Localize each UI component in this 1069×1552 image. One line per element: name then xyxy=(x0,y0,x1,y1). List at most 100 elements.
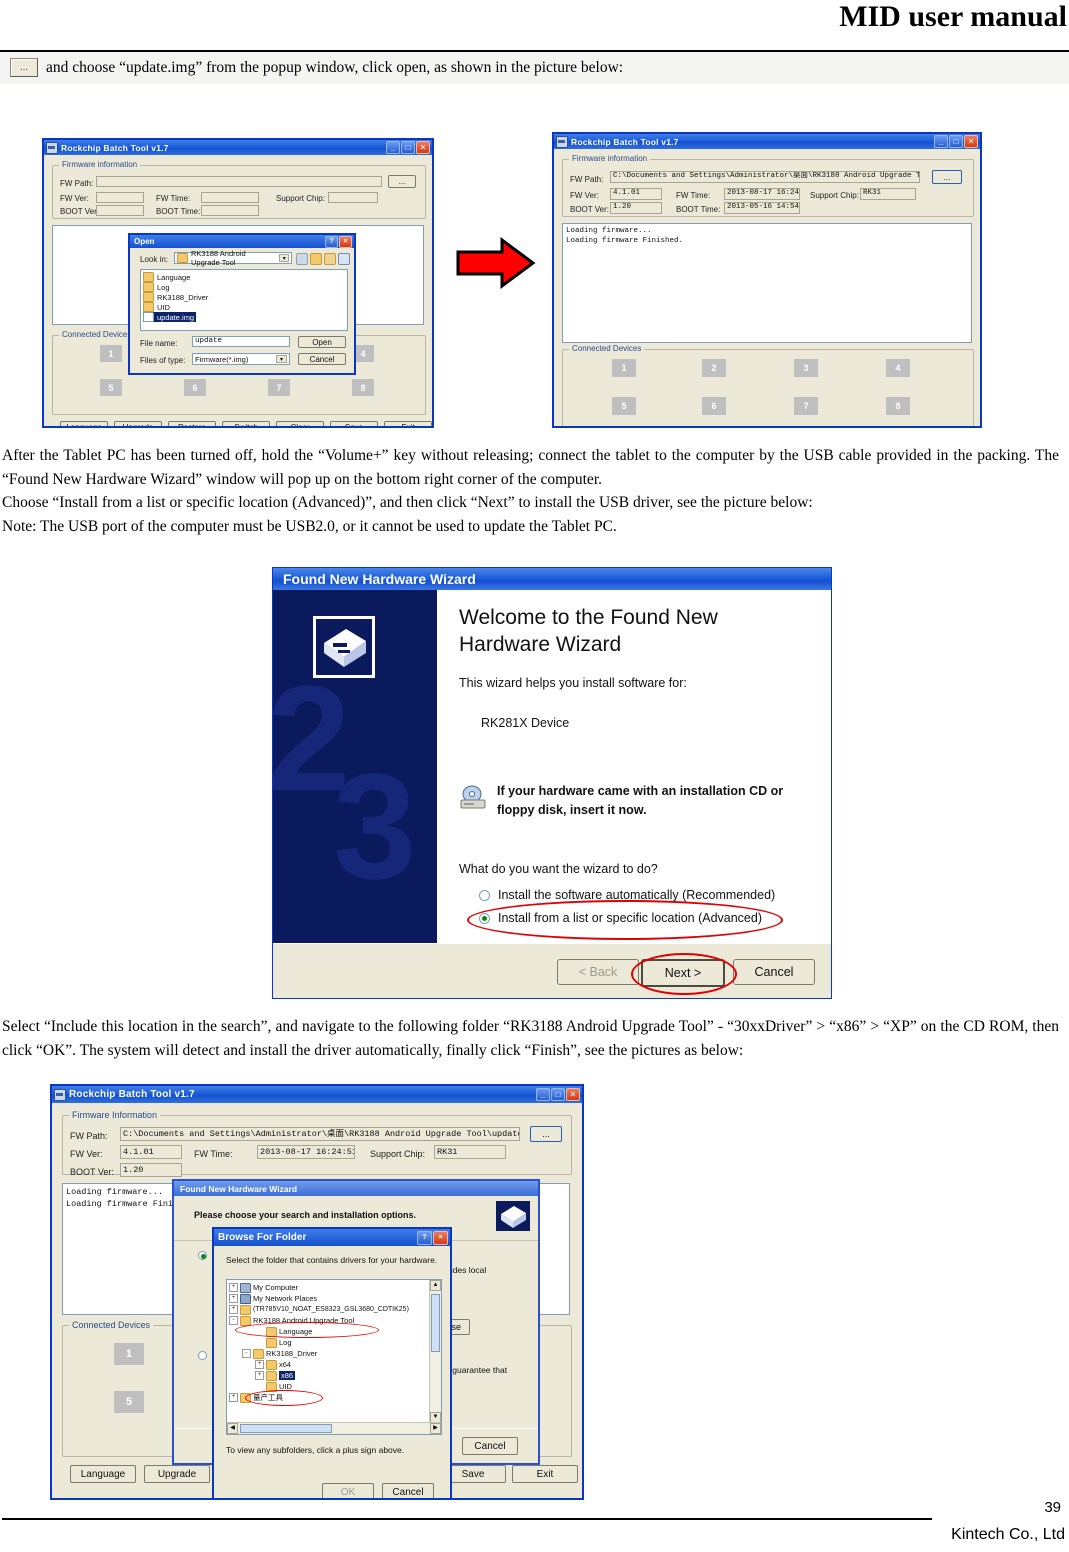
close-icon[interactable]: × xyxy=(339,235,352,248)
tree-item[interactable]: + My Computer xyxy=(229,1282,428,1293)
minimize-button[interactable]: _ xyxy=(386,141,400,154)
tree-item-selected[interactable]: + x86 xyxy=(229,1370,428,1381)
close-button[interactable]: ✕ xyxy=(416,141,430,154)
folder-tree[interactable]: + My Computer + My Network Places + (TR7… xyxy=(226,1279,442,1435)
fw-path-field[interactable] xyxy=(96,176,382,187)
device-slot[interactable]: 1 xyxy=(612,359,636,377)
expander-icon[interactable]: + xyxy=(229,1294,238,1303)
expander-icon[interactable]: + xyxy=(255,1360,264,1369)
browse-cancel-button[interactable]: Cancel xyxy=(382,1483,434,1498)
expander-icon[interactable]: + xyxy=(255,1371,264,1380)
browse-ellipsis-button[interactable]: ... xyxy=(10,58,38,77)
close-button[interactable]: ✕ xyxy=(964,135,978,148)
fw-path-browse-button[interactable]: ... xyxy=(530,1126,562,1142)
save-button[interactable]: Save xyxy=(330,421,378,426)
radio-icon-selected[interactable] xyxy=(479,912,490,924)
file-name-input[interactable]: update xyxy=(192,336,290,347)
option-install-automatically[interactable]: Install the software automatically (Reco… xyxy=(479,888,775,902)
boot-ver-field[interactable]: 1.20 xyxy=(610,202,662,214)
radio-icon[interactable] xyxy=(479,889,490,901)
boot-time-field[interactable] xyxy=(201,205,259,216)
minimize-button[interactable]: _ xyxy=(934,135,948,148)
device-slot[interactable]: 5 xyxy=(612,397,636,415)
expander-icon[interactable]: + xyxy=(229,1393,238,1402)
chevron-down-icon[interactable]: ▾ xyxy=(276,355,287,363)
fw-path-browse-button[interactable]: ... xyxy=(388,175,416,188)
radio-icon[interactable] xyxy=(198,1351,207,1360)
fw-time-field[interactable] xyxy=(201,192,259,203)
device-slot[interactable]: 3 xyxy=(794,359,818,377)
open-cancel-button[interactable]: Cancel xyxy=(298,353,346,365)
fw-time-field[interactable]: 2013-08-17 16:24:51 xyxy=(724,188,800,200)
tree-item[interactable]: UID xyxy=(229,1381,428,1392)
fw-ver-field[interactable]: 4.1.01 xyxy=(120,1145,182,1159)
expander-icon[interactable]: + xyxy=(229,1305,238,1314)
help-icon[interactable]: ? xyxy=(325,235,338,248)
boot-ver-field[interactable] xyxy=(96,205,144,216)
scroll-left-button[interactable]: ◀ xyxy=(227,1423,238,1434)
maximize-button[interactable]: □ xyxy=(949,135,963,148)
tree-item[interactable]: - RK3188 Android Upgrade Tool xyxy=(229,1315,428,1326)
tree-item[interactable]: + 量产工具 xyxy=(229,1392,428,1403)
language-button[interactable]: Language xyxy=(70,1465,136,1483)
device-slot[interactable]: 4 xyxy=(886,359,910,377)
radio-icon-selected[interactable] xyxy=(198,1251,207,1260)
support-chip-field[interactable]: RK31 xyxy=(434,1145,506,1159)
expander-icon[interactable]: - xyxy=(229,1316,238,1325)
upgrade-button[interactable]: Upgrade xyxy=(144,1465,210,1483)
restore-button[interactable]: Restore xyxy=(168,421,216,426)
tree-item[interactable]: Log xyxy=(229,1337,428,1348)
support-chip-field[interactable]: RK31 xyxy=(860,188,916,200)
support-chip-field[interactable] xyxy=(328,192,378,203)
device-slot[interactable]: 6 xyxy=(702,397,726,415)
device-slot[interactable]: 1 xyxy=(114,1343,144,1365)
scrollbar-thumb[interactable] xyxy=(431,1294,440,1352)
up-folder-icon[interactable] xyxy=(310,253,322,265)
scroll-up-button[interactable]: ▲ xyxy=(430,1280,441,1291)
list-item[interactable]: Log xyxy=(143,282,345,292)
chevron-down-icon[interactable]: ▾ xyxy=(279,254,289,262)
device-slot[interactable]: 5 xyxy=(100,379,122,396)
fw-ver-field[interactable] xyxy=(96,192,144,203)
fw-path-field[interactable]: C:\Documents and Settings\Administrator\… xyxy=(610,171,920,183)
fw-path-field[interactable]: C:\Documents and Settings\Administrator\… xyxy=(120,1127,520,1141)
look-in-combo[interactable]: RK3188 Android Upgrade Tool ▾ xyxy=(174,249,292,267)
device-slot[interactable]: 6 xyxy=(184,379,206,396)
device-slot[interactable]: 8 xyxy=(886,397,910,415)
views-icon[interactable] xyxy=(338,253,350,265)
back-icon[interactable] xyxy=(296,253,308,265)
help-icon[interactable]: ? xyxy=(417,1230,432,1245)
tree-item[interactable]: Language xyxy=(229,1326,428,1337)
maximize-button[interactable]: □ xyxy=(551,1088,565,1101)
scrollbar-thumb[interactable] xyxy=(240,1424,332,1433)
switch-button[interactable]: Switch xyxy=(222,421,270,426)
fw-time-field[interactable]: 2013-08-17 16:24:51 xyxy=(257,1145,355,1159)
list-item-selected[interactable]: update.img xyxy=(143,312,197,322)
device-slot[interactable]: 1 xyxy=(100,345,122,362)
vertical-scrollbar[interactable]: ▲ ▼ xyxy=(429,1280,441,1423)
upgrade-button[interactable]: Upgrade xyxy=(114,421,162,426)
clear-button[interactable]: Clear xyxy=(276,421,324,426)
horizontal-scrollbar[interactable]: ◀ ▶ xyxy=(227,1422,441,1434)
scroll-right-button[interactable]: ▶ xyxy=(430,1423,441,1434)
boot-time-field[interactable]: 2013-05-16 14:54:12 xyxy=(724,202,800,214)
list-item[interactable]: UID xyxy=(143,302,345,312)
fw-ver-field[interactable]: 4.1.01 xyxy=(610,188,662,200)
device-slot[interactable]: 8 xyxy=(352,379,374,396)
device-slot[interactable]: 7 xyxy=(268,379,290,396)
language-button[interactable]: Language xyxy=(60,421,108,426)
maximize-button[interactable]: □ xyxy=(401,141,415,154)
exit-button[interactable]: Exit xyxy=(384,421,432,426)
tree-item[interactable]: - RK3188_Driver xyxy=(229,1348,428,1359)
boot-ver-field[interactable]: 1.20 xyxy=(120,1163,182,1177)
open-confirm-button[interactable]: Open xyxy=(298,336,346,348)
option-install-from-list[interactable]: Install from a list or specific location… xyxy=(479,911,762,925)
next-button[interactable]: Next > xyxy=(641,959,725,987)
tree-item[interactable]: + x64 xyxy=(229,1359,428,1370)
file-list[interactable]: Language Log RK3188_Driver UID update.im… xyxy=(140,269,348,331)
back-button[interactable]: < Back xyxy=(557,959,639,985)
expander-icon[interactable]: - xyxy=(242,1349,251,1358)
close-icon[interactable]: × xyxy=(433,1230,448,1245)
close-button[interactable]: ✕ xyxy=(566,1088,580,1101)
device-slot[interactable]: 2 xyxy=(702,359,726,377)
